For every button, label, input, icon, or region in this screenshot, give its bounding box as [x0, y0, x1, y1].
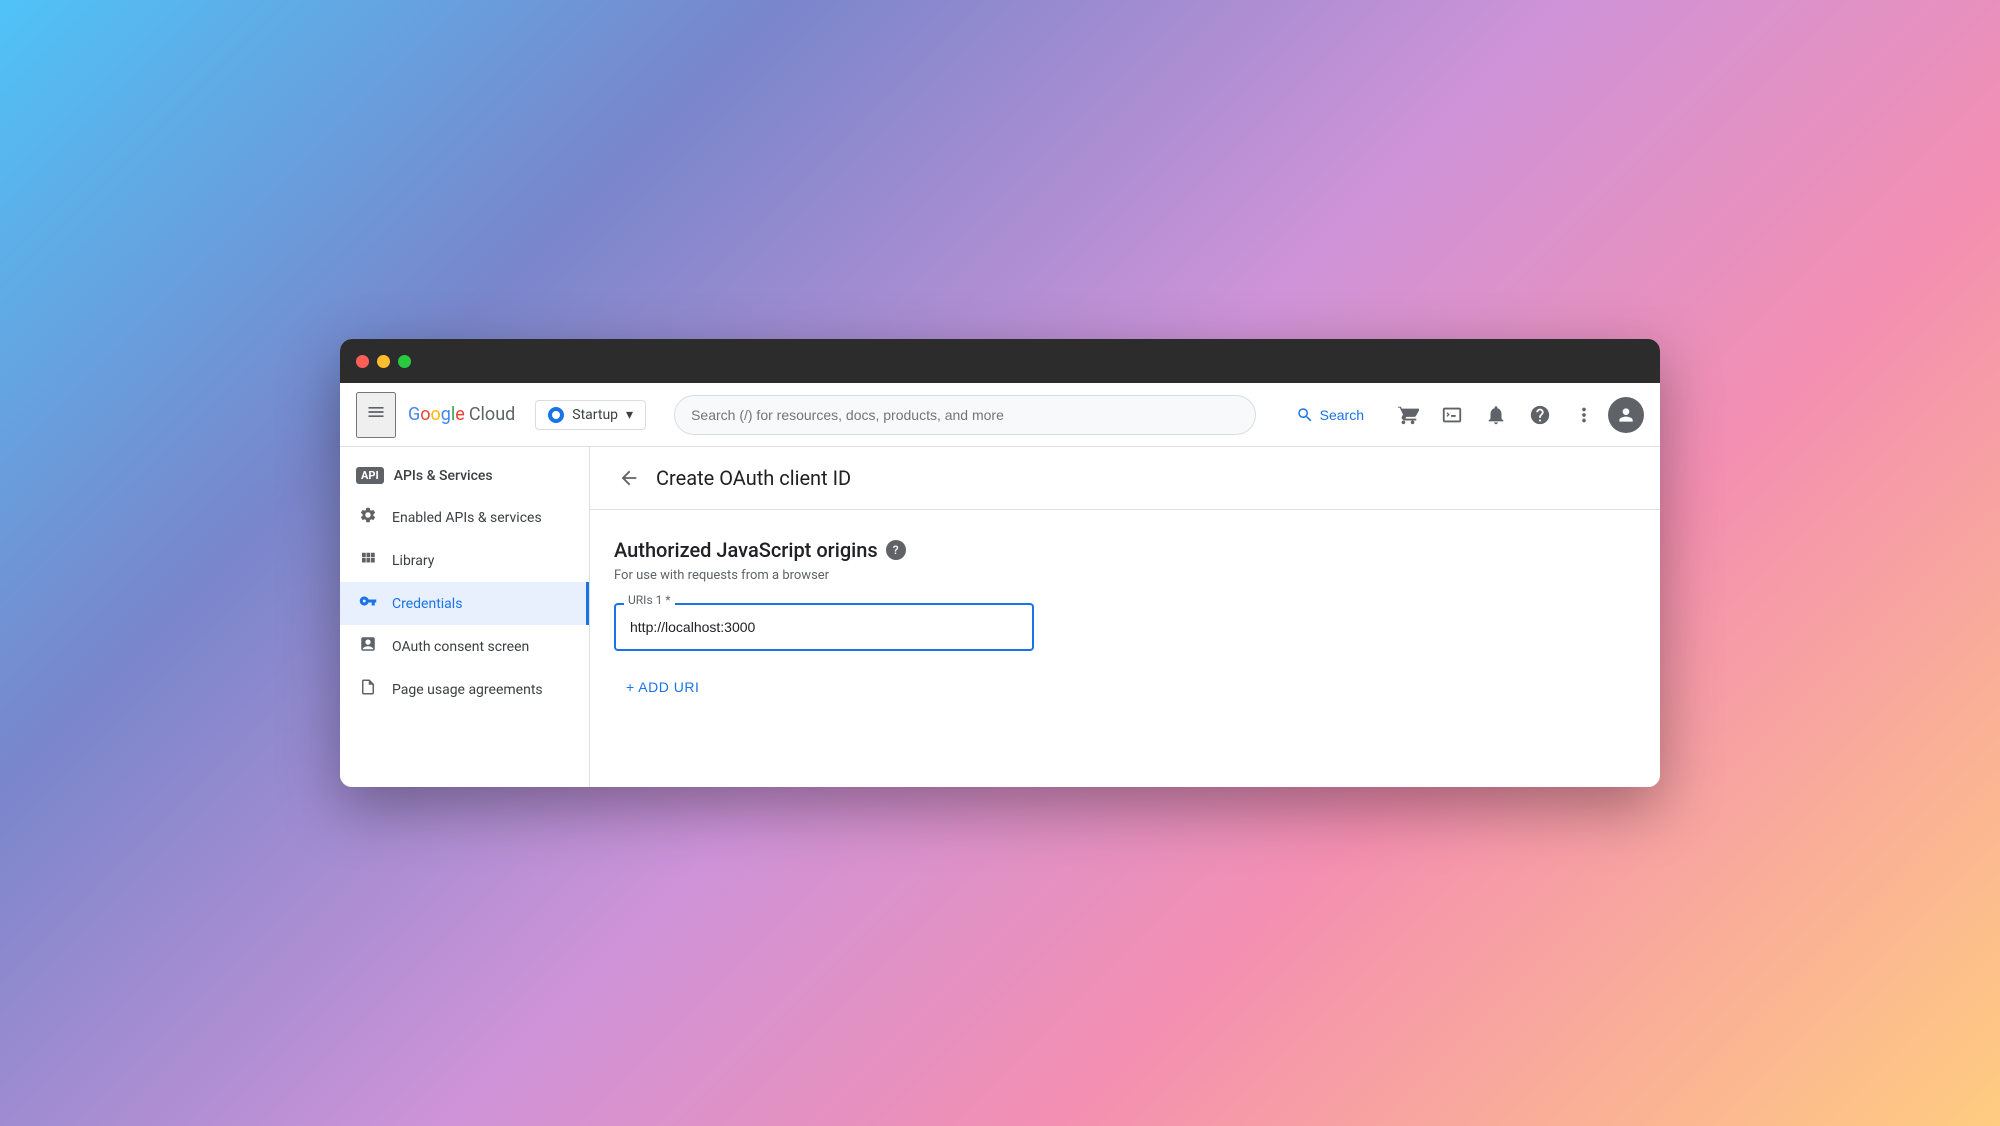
uri-field-wrapper: URIs 1 * [614, 603, 1034, 651]
google-cloud-logo: Google Cloud [408, 404, 515, 425]
sidebar-item-oauth-consent[interactable]: OAuth consent screen [340, 625, 589, 668]
notifications-icon-button[interactable] [1476, 395, 1516, 435]
minimize-button[interactable] [377, 355, 390, 368]
project-dot [548, 407, 564, 423]
sidebar-item-label: Credentials [392, 596, 462, 612]
sidebar-item-label: Library [392, 553, 434, 569]
settings-icon [356, 506, 380, 529]
help-icon-button[interactable] [1520, 395, 1560, 435]
project-name: Startup [572, 407, 618, 423]
more-options-button[interactable] [1564, 395, 1604, 435]
main-layout: API APIs & Services Enabled APIs & servi… [340, 447, 1660, 787]
key-icon [356, 592, 380, 615]
oauth-icon [356, 635, 380, 658]
search-input[interactable] [674, 395, 1256, 435]
chevron-down-icon: ▾ [626, 407, 633, 423]
browser-window: Google Cloud Startup ▾ Search [340, 339, 1660, 787]
search-button[interactable]: Search [1284, 398, 1376, 432]
search-button-label: Search [1320, 407, 1364, 423]
add-uri-label: + ADD URI [626, 679, 699, 695]
hamburger-menu[interactable] [356, 392, 396, 438]
close-button[interactable] [356, 355, 369, 368]
sidebar-item-label: Page usage agreements [392, 682, 543, 698]
back-button[interactable] [614, 463, 644, 493]
uri-field-label: URIs 1 * [624, 593, 675, 607]
add-uri-button[interactable]: + ADD URI [614, 671, 711, 703]
title-bar [340, 339, 1660, 383]
sidebar-item-enabled-apis[interactable]: Enabled APIs & services [340, 496, 589, 539]
page-title: Create OAuth client ID [656, 466, 851, 490]
help-icon-button[interactable]: ? [886, 540, 906, 560]
section-description: For use with requests from a browser [614, 568, 1636, 583]
sidebar-item-library[interactable]: Library [340, 539, 589, 582]
doc-icon [356, 678, 380, 701]
gcloud-header: Google Cloud Startup ▾ Search [340, 383, 1660, 447]
uri-input[interactable] [614, 603, 1034, 651]
marketplace-icon-button[interactable] [1388, 395, 1428, 435]
header-icons [1388, 395, 1644, 435]
sidebar-item-label: Enabled APIs & services [392, 510, 542, 526]
avatar[interactable] [1608, 397, 1644, 433]
section-title-text: Authorized JavaScript origins [614, 538, 878, 562]
sidebar-item-page-usage[interactable]: Page usage agreements [340, 668, 589, 711]
maximize-button[interactable] [398, 355, 411, 368]
help-icon-label: ? [893, 543, 899, 557]
search-bar-container [674, 395, 1256, 435]
api-badge: API [356, 467, 384, 484]
project-selector[interactable]: Startup ▾ [535, 400, 646, 430]
page-header: Create OAuth client ID [590, 447, 1660, 510]
cloud-text: Cloud [469, 404, 515, 425]
sidebar-section-title: APIs & Services [394, 468, 493, 484]
section-title: Authorized JavaScript origins ? [614, 538, 1636, 562]
terminal-icon-button[interactable] [1432, 395, 1472, 435]
grid-icon [356, 549, 380, 572]
sidebar-item-credentials[interactable]: Credentials [340, 582, 589, 625]
content-area: Create OAuth client ID Authorized JavaSc… [590, 447, 1660, 787]
sidebar: API APIs & Services Enabled APIs & servi… [340, 447, 590, 787]
form-section: Authorized JavaScript origins ? For use … [590, 510, 1660, 731]
sidebar-item-label: OAuth consent screen [392, 639, 529, 655]
sidebar-api-header: API APIs & Services [340, 455, 589, 496]
